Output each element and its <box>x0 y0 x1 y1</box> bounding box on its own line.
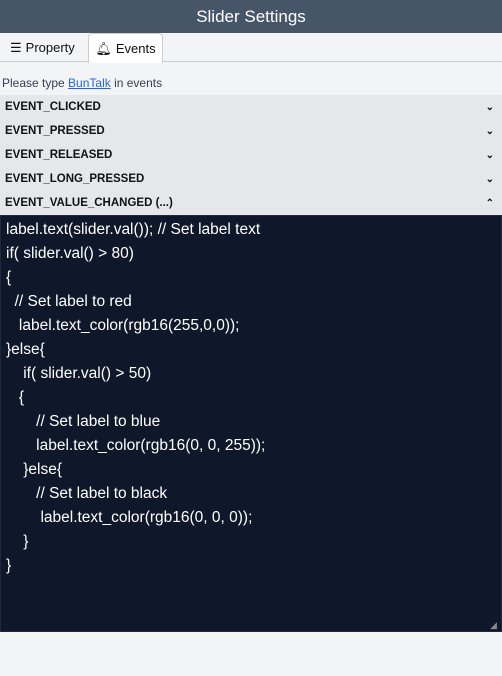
tab-label: Events <box>115 41 156 56</box>
chevron-down-icon: ⌄ <box>485 173 494 185</box>
tab-property[interactable]: ☰ Property <box>10 33 75 62</box>
event-clicked[interactable]: EVENT_CLICKED ⌄ <box>0 95 502 119</box>
event-label: EVENT_VALUE_CHANGED (...) <box>5 197 173 209</box>
resize-handle-icon[interactable]: ◢ <box>490 620 497 631</box>
event-list: EVENT_CLICKED ⌄ EVENT_PRESSED ⌄ EVENT_RELE… <box>0 95 502 215</box>
event-value-changed[interactable]: EVENT_VALUE_CHANGED (...) ⌃ <box>0 191 502 215</box>
tab-events[interactable]: 🔔︎ Events <box>88 33 163 63</box>
event-released[interactable]: EVENT_RELEASED ⌄ <box>0 143 502 167</box>
code-editor[interactable]: label.text(slider.val()); // Set label t… <box>0 215 502 632</box>
hint-text: Please type BunTalk in events <box>2 76 162 90</box>
event-label: EVENT_CLICKED <box>5 101 101 113</box>
tab-label: Property <box>25 40 75 55</box>
event-pressed[interactable]: EVENT_PRESSED ⌄ <box>0 119 502 143</box>
event-long-pressed[interactable]: EVENT_LONG_PRESSED ⌄ <box>0 167 502 191</box>
bell-icon: 🔔︎ <box>95 41 112 56</box>
event-label: EVENT_LONG_PRESSED <box>5 173 145 185</box>
buntalk-link[interactable]: BunTalk <box>68 76 111 90</box>
chevron-up-icon: ⌃ <box>485 197 494 209</box>
chevron-down-icon: ⌄ <box>485 149 494 161</box>
tab-bar: ☰ Property 🔔︎ Events <box>0 33 502 63</box>
chevron-down-icon: ⌄ <box>485 125 494 137</box>
window-title: Slider Settings <box>0 0 502 33</box>
hint-prefix: Please type <box>2 76 69 90</box>
chevron-down-icon: ⌄ <box>485 101 494 113</box>
event-label: EVENT_RELEASED <box>5 149 113 161</box>
event-label: EVENT_PRESSED <box>5 125 105 137</box>
list-icon: ☰ <box>10 40 22 55</box>
hint-suffix: in events <box>110 76 163 90</box>
